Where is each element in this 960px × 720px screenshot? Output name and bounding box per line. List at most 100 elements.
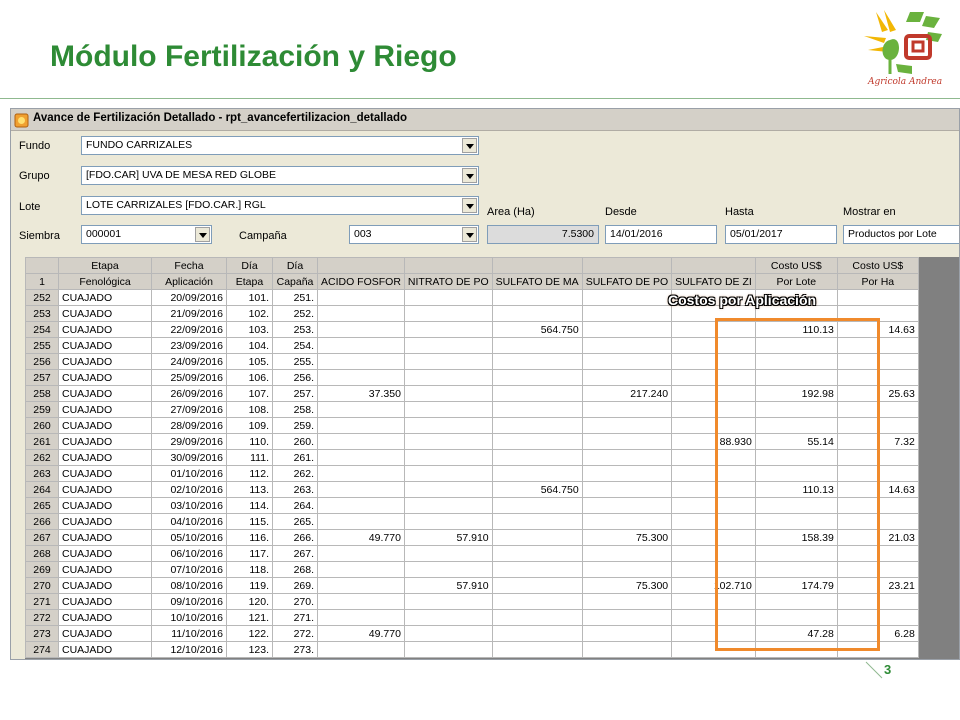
chevron-down-icon[interactable] bbox=[462, 138, 477, 153]
cell-nitrato-potasio[interactable] bbox=[403, 433, 493, 450]
cell-etapa[interactable]: CUAJADO bbox=[58, 625, 152, 642]
column-header-etapa[interactable]: Etapa bbox=[58, 257, 152, 274]
column-header-nitrato-potasio[interactable] bbox=[403, 257, 493, 274]
row-number-cell[interactable]: 268 bbox=[25, 545, 59, 562]
cell-nitrato-potasio[interactable] bbox=[403, 385, 493, 402]
cell-dia-campana[interactable]: 258. bbox=[272, 401, 318, 418]
cell-acido-fosforico[interactable] bbox=[317, 305, 405, 322]
cell-dia-etapa[interactable]: 106. bbox=[226, 369, 273, 386]
mostrar-select[interactable]: Productos por Lote bbox=[843, 225, 959, 244]
row-number-cell[interactable]: 262 bbox=[25, 449, 59, 466]
cell-dia-campana[interactable]: 268. bbox=[272, 561, 318, 578]
column-header-sulfato-magnesio[interactable]: SULFATO DE MA bbox=[491, 273, 583, 290]
cell-etapa[interactable]: CUAJADO bbox=[58, 609, 152, 626]
cell-fecha[interactable]: 20/09/2016 bbox=[151, 289, 227, 306]
cell-etapa[interactable]: CUAJADO bbox=[58, 369, 152, 386]
cell-sulfato-magnesio[interactable] bbox=[491, 433, 583, 450]
row-number-cell[interactable]: 256 bbox=[25, 353, 59, 370]
column-header-acido-fosforico[interactable]: ACIDO FOSFOR bbox=[317, 273, 405, 290]
cell-nitrato-potasio[interactable] bbox=[403, 545, 493, 562]
cell-dia-campana[interactable]: 260. bbox=[272, 433, 318, 450]
siembra-select[interactable]: 000001 bbox=[81, 225, 212, 244]
cell-sulfato-potasio[interactable] bbox=[581, 369, 673, 386]
cell-sulfato-magnesio[interactable] bbox=[491, 385, 583, 402]
cell-acido-fosforico[interactable] bbox=[317, 353, 405, 370]
column-header-sulfato-potasio[interactable] bbox=[581, 257, 673, 274]
cell-sulfato-magnesio[interactable] bbox=[491, 401, 583, 418]
cell-dia-campana[interactable]: 267. bbox=[272, 545, 318, 562]
column-header-costo-por-ha[interactable]: Por Ha bbox=[836, 273, 919, 290]
column-header-fecha[interactable]: Aplicación bbox=[151, 273, 227, 290]
cell-fecha[interactable]: 29/09/2016 bbox=[151, 433, 227, 450]
column-header-dia-etapa[interactable]: Día bbox=[226, 257, 273, 274]
cell-etapa[interactable]: CUAJADO bbox=[58, 465, 152, 482]
cell-dia-etapa[interactable]: 112. bbox=[226, 465, 273, 482]
cell-dia-etapa[interactable]: 115. bbox=[226, 513, 273, 530]
cell-nitrato-potasio[interactable] bbox=[403, 497, 493, 514]
cell-dia-campana[interactable]: 265. bbox=[272, 513, 318, 530]
row-number-cell[interactable]: 257 bbox=[25, 369, 59, 386]
cell-dia-etapa[interactable]: 101. bbox=[226, 289, 273, 306]
cell-dia-etapa[interactable]: 107. bbox=[226, 385, 273, 402]
cell-nitrato-potasio[interactable] bbox=[403, 353, 493, 370]
cell-dia-campana[interactable]: 270. bbox=[272, 593, 318, 610]
column-header-dia-etapa[interactable]: Etapa bbox=[226, 273, 273, 290]
cell-dia-campana[interactable]: 273. bbox=[272, 641, 318, 658]
chevron-down-icon[interactable] bbox=[195, 227, 210, 242]
cell-etapa[interactable]: CUAJADO bbox=[58, 353, 152, 370]
cell-dia-campana[interactable]: 269. bbox=[272, 577, 318, 594]
cell-sulfato-potasio[interactable] bbox=[581, 449, 673, 466]
cell-sulfato-magnesio[interactable] bbox=[491, 305, 583, 322]
cell-etapa[interactable]: CUAJADO bbox=[58, 529, 152, 546]
cell-nitrato-potasio[interactable] bbox=[403, 481, 493, 498]
cell-sulfato-magnesio[interactable] bbox=[491, 353, 583, 370]
cell-sulfato-potasio[interactable] bbox=[581, 417, 673, 434]
cell-sulfato-potasio[interactable] bbox=[581, 337, 673, 354]
row-number-cell[interactable]: 261 bbox=[25, 433, 59, 450]
column-header-costo-por-ha[interactable]: Costo US$ bbox=[836, 257, 919, 274]
cell-dia-campana[interactable]: 262. bbox=[272, 465, 318, 482]
column-header-acido-fosforico[interactable] bbox=[317, 257, 405, 274]
cell-fecha[interactable]: 30/09/2016 bbox=[151, 449, 227, 466]
cell-dia-etapa[interactable]: 122. bbox=[226, 625, 273, 642]
cell-fecha[interactable]: 03/10/2016 bbox=[151, 497, 227, 514]
cell-dia-campana[interactable]: 256. bbox=[272, 369, 318, 386]
cell-sulfato-magnesio[interactable] bbox=[491, 417, 583, 434]
row-number-cell[interactable]: 265 bbox=[25, 497, 59, 514]
cell-sulfato-magnesio[interactable] bbox=[491, 577, 583, 594]
row-number-cell[interactable]: 273 bbox=[25, 625, 59, 642]
cell-sulfato-potasio[interactable] bbox=[581, 513, 673, 530]
cell-nitrato-potasio[interactable] bbox=[403, 417, 493, 434]
cell-nitrato-potasio[interactable]: 57.910 bbox=[403, 577, 493, 594]
cell-sulfato-magnesio[interactable] bbox=[491, 641, 583, 658]
cell-acido-fosforico[interactable] bbox=[317, 401, 405, 418]
cell-etapa[interactable]: CUAJADO bbox=[58, 401, 152, 418]
column-header-nitrato-potasio[interactable]: NITRATO DE PO bbox=[403, 273, 493, 290]
cell-fecha[interactable]: 02/10/2016 bbox=[151, 481, 227, 498]
cell-acido-fosforico[interactable] bbox=[317, 641, 405, 658]
row-number-cell[interactable]: 259 bbox=[25, 401, 59, 418]
cell-dia-campana[interactable]: 272. bbox=[272, 625, 318, 642]
cell-nitrato-potasio[interactable] bbox=[403, 305, 493, 322]
cell-nitrato-potasio[interactable] bbox=[403, 625, 493, 642]
campana-select[interactable]: 003 bbox=[349, 225, 479, 244]
row-number-cell[interactable]: 274 bbox=[25, 641, 59, 658]
cell-sulfato-magnesio[interactable] bbox=[491, 369, 583, 386]
cell-sulfato-magnesio[interactable] bbox=[491, 465, 583, 482]
cell-acido-fosforico[interactable] bbox=[317, 369, 405, 386]
cell-dia-campana[interactable]: 261. bbox=[272, 449, 318, 466]
cell-dia-etapa[interactable]: 108. bbox=[226, 401, 273, 418]
cell-dia-etapa[interactable]: 116. bbox=[226, 529, 273, 546]
cell-sulfato-magnesio[interactable] bbox=[491, 529, 583, 546]
cell-acido-fosforico[interactable] bbox=[317, 337, 405, 354]
cell-dia-campana[interactable]: 253. bbox=[272, 321, 318, 338]
cell-fecha[interactable]: 12/10/2016 bbox=[151, 641, 227, 658]
cell-acido-fosforico[interactable] bbox=[317, 465, 405, 482]
row-number-cell[interactable]: 263 bbox=[25, 465, 59, 482]
cell-costo-por-ha[interactable] bbox=[836, 289, 919, 306]
cell-sulfato-potasio[interactable] bbox=[581, 593, 673, 610]
desde-date-field[interactable]: 14/01/2016 bbox=[605, 225, 717, 244]
cell-fecha[interactable]: 04/10/2016 bbox=[151, 513, 227, 530]
cell-sulfato-potasio[interactable] bbox=[581, 289, 673, 306]
cell-fecha[interactable]: 27/09/2016 bbox=[151, 401, 227, 418]
